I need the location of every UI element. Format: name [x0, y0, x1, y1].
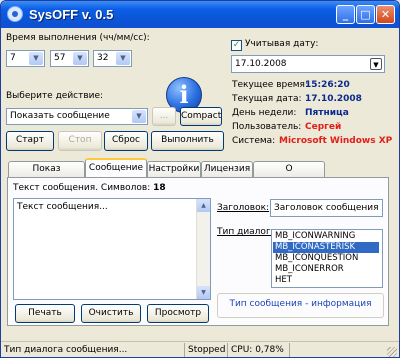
check-icon: ✓ [232, 40, 241, 50]
tab-message[interactable]: Сообщение [85, 158, 147, 178]
consider-date-label: Учитывая дату: [245, 39, 319, 49]
dialog-type-list[interactable]: MB_ICONWARNING MB_ICONASTERISK MB_ICONQU… [271, 229, 383, 288]
start-button[interactable]: Старт [6, 131, 54, 151]
window-content: Время выполнения (чч/мм/сс): 7 ▼ 57 ▼ 32… [4, 28, 396, 342]
app-icon [7, 6, 23, 22]
print-button[interactable]: Печать [15, 304, 75, 323]
chevron-down-icon[interactable]: ▼ [132, 110, 146, 123]
status-state: Stopped [188, 345, 226, 355]
tab-show-dialogs[interactable]: Показ диалогов [8, 161, 85, 188]
char-count: 18 [153, 183, 166, 193]
weekday-value: Пятница [305, 108, 349, 118]
minimize-icon: _ [342, 8, 349, 21]
time-value: 15:26:20 [305, 80, 350, 90]
hours-value: 7 [10, 53, 16, 63]
resize-grip-icon[interactable] [387, 347, 397, 357]
close-button[interactable]: ✕ [376, 5, 395, 24]
stop-button[interactable]: Стоп [58, 131, 102, 151]
weekday-label: День недели: [232, 108, 297, 118]
message-text-label: Текст сообщения. Символов: 18 [13, 183, 166, 193]
list-item[interactable]: MB_ICONERROR [273, 264, 379, 275]
execute-button[interactable]: Выполнить [151, 131, 224, 151]
action-value: Показать сообщение [10, 111, 110, 121]
status-separator [184, 343, 185, 357]
chevron-down-icon[interactable]: ▼ [116, 52, 130, 65]
scroll-down-icon[interactable]: ▼ [197, 286, 210, 299]
status-separator [289, 343, 290, 357]
minutes-select[interactable]: 57 ▼ [50, 50, 89, 67]
tab-about[interactable]: О программе... [253, 161, 325, 188]
consider-date-checkbox[interactable]: ✓ [231, 40, 242, 51]
system-label: Система: [232, 136, 276, 146]
clear-button[interactable]: Очистить [81, 304, 141, 323]
preview-button[interactable]: Просмотр [147, 304, 209, 323]
close-icon: ✕ [380, 8, 391, 21]
type-info-box: Тип сообщения - информация [217, 293, 384, 318]
exec-time-label: Время выполнения (чч/мм/сс): [6, 33, 150, 43]
type-info-text: Тип сообщения - информация [229, 299, 372, 309]
maximize-button[interactable]: □ [356, 5, 375, 24]
message-scrollbar[interactable]: ▲ ▼ [196, 199, 210, 299]
dialog-type-label: Тип диалога: [217, 227, 280, 237]
header-input-value: Заголовок сообщения [274, 203, 379, 213]
header-input[interactable]: Заголовок сообщения [270, 199, 383, 217]
list-item[interactable]: НЕТ [273, 275, 379, 286]
system-value: Microsoft Windows XP [279, 136, 393, 146]
hours-select[interactable]: 7 ▼ [6, 50, 45, 67]
compact-button[interactable]: Compact [180, 107, 222, 126]
chevron-down-icon[interactable]: ▼ [73, 52, 87, 65]
date-picker[interactable]: 17.10.2008 ▼ [231, 55, 385, 73]
seconds-value: 32 [97, 53, 109, 63]
action-select[interactable]: Показать сообщение ▼ [6, 108, 148, 125]
status-bar: Тип диалога сообщения... Stopped CPU: 0,… [1, 341, 399, 357]
date-value: 17.10.2008 [305, 94, 362, 104]
calendar-dropdown-icon[interactable]: ▼ [370, 58, 382, 70]
date-picker-value: 17.10.2008 [235, 59, 287, 69]
message-text-caption: Текст сообщения. Символов: [13, 183, 151, 193]
message-text-value: Текст сообщения... [17, 202, 108, 212]
time-label: Текущее время: [232, 80, 308, 90]
user-label: Пользователь: [232, 122, 302, 132]
user-value: Сергей [305, 122, 342, 132]
status-cpu: CPU: 0,78% [231, 345, 284, 355]
message-tab-panel: Текст сообщения. Символов: 18 Текст сооб… [7, 177, 389, 326]
chevron-down-icon[interactable]: ▼ [29, 52, 43, 65]
list-item[interactable]: MB_ICONQUESTION [273, 253, 379, 264]
action-label: Выберите действие: [6, 91, 104, 101]
maximize-icon: □ [360, 8, 371, 21]
date-label: Текущая дата: [232, 94, 302, 104]
scroll-up-icon[interactable]: ▲ [197, 199, 210, 212]
window-title: SysOFF v. 0.5 [29, 7, 114, 22]
title-bar[interactable]: SysOFF v. 0.5 _ □ ✕ [1, 1, 399, 28]
status-hint: Тип диалога сообщения... [4, 345, 128, 355]
list-item-selected[interactable]: MB_ICONASTERISK [273, 242, 379, 253]
reset-button[interactable]: Сброс [104, 131, 148, 151]
header-label: Заголовок: [217, 203, 270, 213]
message-textarea[interactable]: Текст сообщения... ▲ ▼ [13, 198, 211, 300]
seconds-select[interactable]: 32 ▼ [93, 50, 132, 67]
minimize-button[interactable]: _ [336, 5, 355, 24]
minutes-value: 57 [54, 53, 66, 63]
status-separator [227, 343, 228, 357]
tab-settings[interactable]: Настройки [147, 161, 201, 177]
app-window: SysOFF v. 0.5 _ □ ✕ Время выполнения (чч… [0, 0, 400, 358]
list-item[interactable]: MB_ICONWARNING [273, 231, 379, 242]
tab-license[interactable]: Лицензия [201, 161, 253, 177]
browse-button[interactable]: ... [152, 107, 176, 126]
